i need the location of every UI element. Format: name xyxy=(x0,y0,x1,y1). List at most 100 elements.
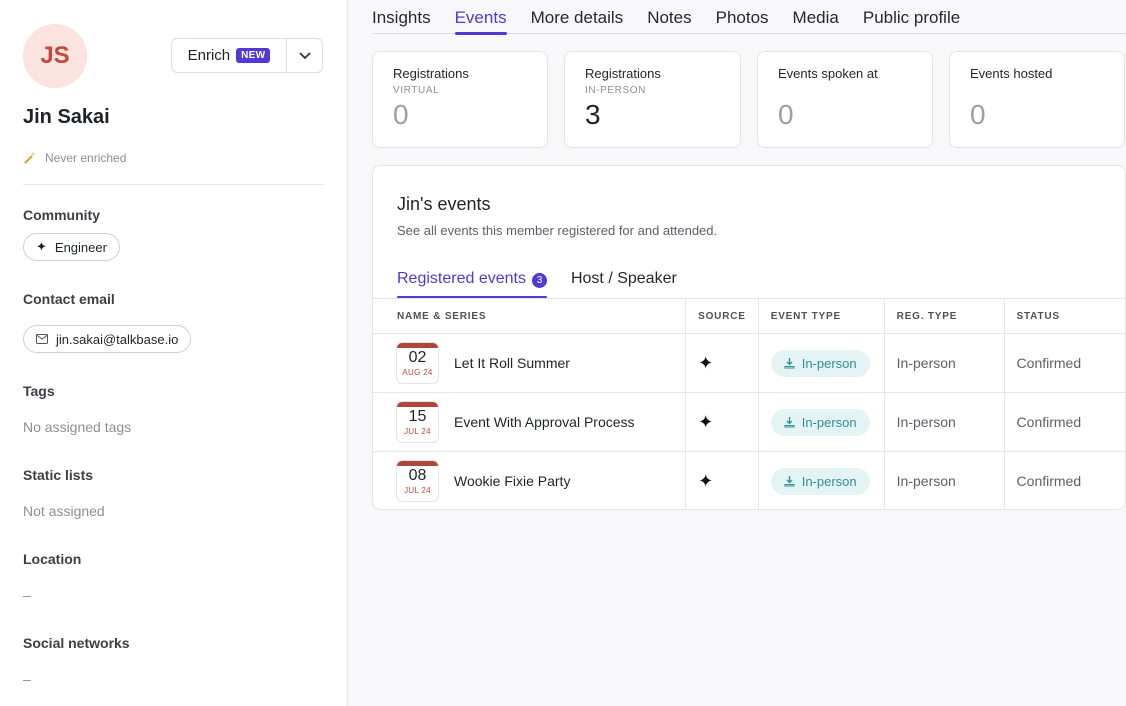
reg-type-cell: In-person xyxy=(883,392,1005,452)
table-row[interactable]: 15 JUL 24 Event With Approval Process ✦ … xyxy=(373,392,1125,452)
community-value: Engineer xyxy=(54,239,107,255)
calendar-date-icon: 08 JUL 24 xyxy=(397,461,438,501)
panel-description: See all events this member registered fo… xyxy=(397,223,718,238)
enrich-status: Never enriched xyxy=(23,151,126,165)
email-chip[interactable]: jin.sakai@talkbase.io xyxy=(23,325,192,353)
social-networks-value: – xyxy=(23,671,31,687)
calendar-day: 15 xyxy=(408,408,427,425)
tab-photos[interactable]: Photos xyxy=(716,0,769,34)
stat-value: 3 xyxy=(585,99,601,130)
event-type-label: In-person xyxy=(801,473,857,489)
panel-title: Jin's events xyxy=(397,194,491,214)
tab-notes[interactable]: Notes xyxy=(647,0,691,34)
static-lists-label: Static lists xyxy=(23,467,94,483)
location-download-icon xyxy=(784,476,795,487)
profile-sidebar: JS Enrich NEW Jin Sakai Never enriched C… xyxy=(0,0,348,706)
calendar-month: JUL 24 xyxy=(404,427,431,436)
event-name-cell: 02 AUG 24 Let It Roll Summer xyxy=(397,343,673,383)
stat-title: Registrations xyxy=(393,66,469,81)
static-lists-value: Not assigned xyxy=(23,503,105,519)
profile-tabs: Insights Events More details Notes Photo… xyxy=(372,0,1126,35)
event-name-cell: 08 JUL 24 Wookie Fixie Party xyxy=(397,461,673,501)
community-chip[interactable]: ✦ Engineer xyxy=(23,233,120,261)
member-name: Jin Sakai xyxy=(23,106,110,128)
event-type-badge: In-person xyxy=(770,408,870,436)
stat-value: 0 xyxy=(970,99,986,130)
event-name[interactable]: Event With Approval Process xyxy=(454,414,635,430)
event-name[interactable]: Wookie Fixie Party xyxy=(454,473,570,489)
event-type-badge: In-person xyxy=(770,467,870,495)
sparkle-icon: ✦ xyxy=(36,239,47,254)
tab-insights[interactable]: Insights xyxy=(372,0,431,34)
enrich-label: Enrich xyxy=(187,47,231,64)
column-header-reg-type[interactable]: REG. TYPE xyxy=(883,298,1005,334)
status-cell: Confirmed xyxy=(1003,451,1125,509)
new-badge: NEW xyxy=(236,48,271,63)
events-panel: Jin's events See all events this member … xyxy=(372,165,1126,510)
event-type-badge: In-person xyxy=(770,349,870,377)
avatar: JS xyxy=(23,24,87,88)
email-value: jin.sakai@talkbase.io xyxy=(56,331,179,347)
source-sparkle-icon: ✦ xyxy=(698,352,714,373)
column-header-event-type[interactable]: EVENT TYPE xyxy=(757,298,885,334)
location-download-icon xyxy=(784,417,795,428)
stat-title: Events hosted xyxy=(970,66,1053,81)
enrich-split-button: Enrich NEW xyxy=(171,38,323,73)
stat-title: Events spoken at xyxy=(778,66,878,81)
stat-subtitle: IN-PERSON xyxy=(585,85,646,96)
events-subtabs: Registered events 3 Host / Speaker xyxy=(397,270,677,299)
sidebar-divider xyxy=(23,184,323,185)
location-value: – xyxy=(23,587,31,603)
stat-subtitle: VIRTUAL xyxy=(393,85,440,96)
calendar-month: AUG 24 xyxy=(402,368,433,377)
calendar-date-icon: 02 AUG 24 xyxy=(397,343,438,383)
stat-card-inperson-registrations: Registrations IN-PERSON 3 xyxy=(564,51,741,148)
column-header-name[interactable]: NAME & SERIES xyxy=(373,298,686,334)
mail-icon xyxy=(36,334,48,344)
enrich-dropdown-button[interactable] xyxy=(287,39,322,72)
tab-host-speaker[interactable]: Host / Speaker xyxy=(571,270,677,298)
reg-type-cell: In-person xyxy=(883,333,1005,393)
calendar-day: 08 xyxy=(408,467,427,484)
stat-subtitle xyxy=(778,85,912,97)
status-cell: Confirmed xyxy=(1003,333,1125,393)
location-download-icon xyxy=(784,358,795,369)
magic-wand-icon xyxy=(24,152,35,164)
stat-card-events-spoken: Events spoken at 0 xyxy=(757,51,933,148)
social-networks-label: Social networks xyxy=(23,635,130,651)
tags-value: No assigned tags xyxy=(23,419,132,435)
tab-media[interactable]: Media xyxy=(793,0,839,34)
stat-value: 0 xyxy=(778,99,794,130)
column-header-status[interactable]: STATUS xyxy=(1003,298,1125,334)
tab-registered-events[interactable]: Registered events 3 xyxy=(397,270,547,299)
column-header-source[interactable]: SOURCE xyxy=(685,298,759,334)
tab-public-profile[interactable]: Public profile xyxy=(863,0,960,34)
source-sparkle-icon: ✦ xyxy=(698,470,714,491)
calendar-month: JUL 24 xyxy=(404,486,431,495)
reg-type-cell: In-person xyxy=(883,451,1005,509)
location-label: Location xyxy=(23,551,82,567)
event-name-cell: 15 JUL 24 Event With Approval Process xyxy=(397,402,673,442)
registered-count-badge: 3 xyxy=(531,273,547,288)
stat-card-events-hosted: Events hosted 0 xyxy=(949,51,1125,148)
source-sparkle-icon: ✦ xyxy=(698,411,714,432)
table-header-row: NAME & SERIES SOURCE EVENT TYPE REG. TYP… xyxy=(373,298,1125,334)
stat-title: Registrations xyxy=(585,66,661,81)
table-row[interactable]: 08 JUL 24 Wookie Fixie Party ✦ In-person… xyxy=(373,451,1125,509)
stat-subtitle xyxy=(970,85,1104,97)
event-type-label: In-person xyxy=(801,355,857,371)
community-label: Community xyxy=(23,207,100,223)
tab-more-details[interactable]: More details xyxy=(531,0,624,34)
tab-events[interactable]: Events xyxy=(454,0,507,35)
events-table: NAME & SERIES SOURCE EVENT TYPE REG. TYP… xyxy=(373,298,1125,509)
calendar-day: 02 xyxy=(408,349,427,366)
status-cell: Confirmed xyxy=(1003,392,1125,452)
table-row[interactable]: 02 AUG 24 Let It Roll Summer ✦ In-person… xyxy=(373,333,1125,393)
tags-label: Tags xyxy=(23,383,55,399)
enrich-button[interactable]: Enrich NEW xyxy=(172,39,287,72)
enrich-status-text: Never enriched xyxy=(45,151,127,165)
event-type-label: In-person xyxy=(801,414,857,430)
stat-card-virtual-registrations: Registrations VIRTUAL 0 xyxy=(372,51,548,148)
event-name[interactable]: Let It Roll Summer xyxy=(454,355,570,371)
calendar-date-icon: 15 JUL 24 xyxy=(397,402,438,442)
